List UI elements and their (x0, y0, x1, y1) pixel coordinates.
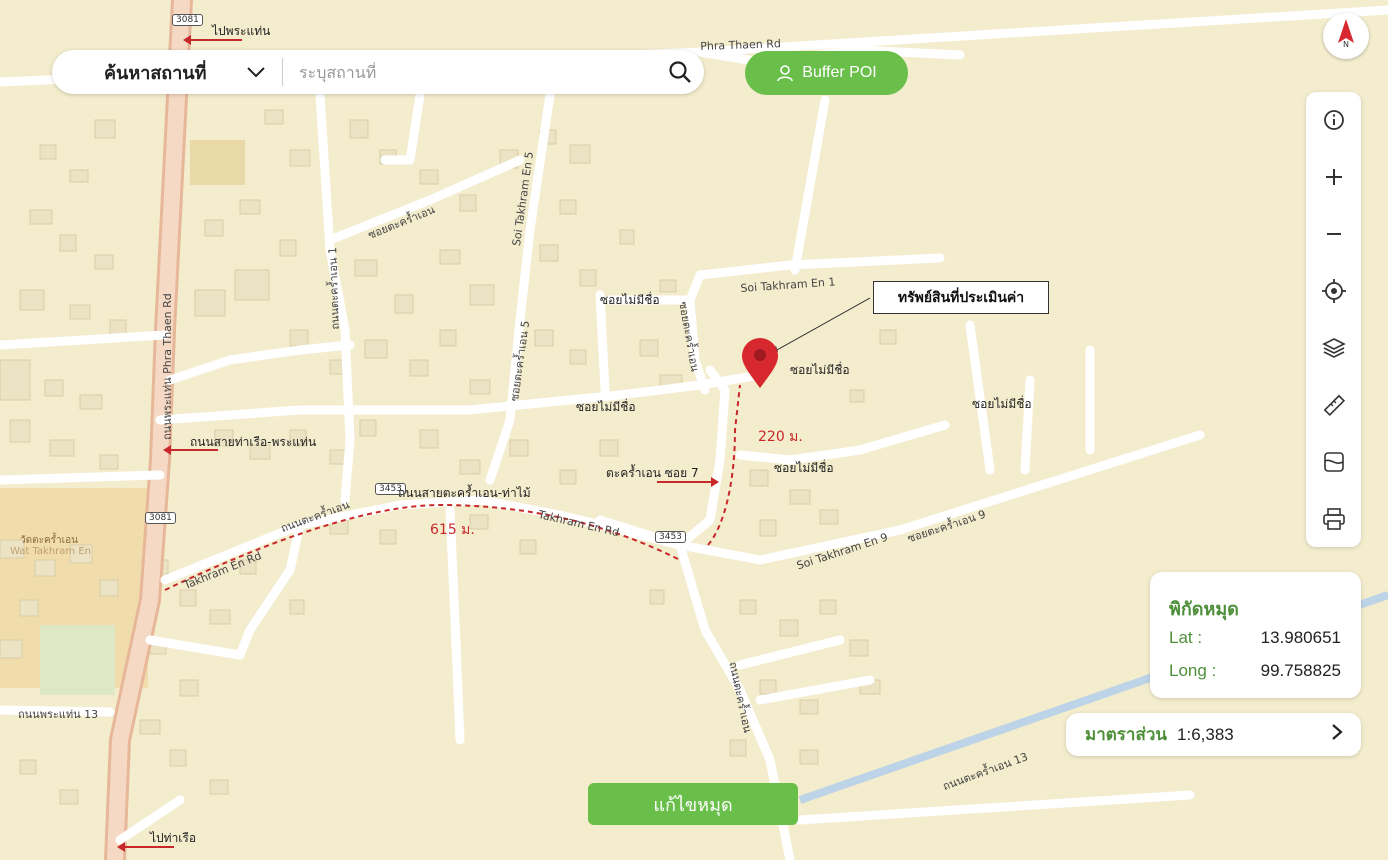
scale-label: มาตราส่วน (1085, 725, 1168, 744)
map-label-soi-no-name: ซอยไม่มีชื่อ (576, 400, 636, 414)
route-shield: 3081 (145, 512, 176, 524)
ruler-icon[interactable] (1306, 385, 1361, 425)
search-type-label: ค้นหาสถานที่ (104, 62, 207, 84)
search-input[interactable] (283, 61, 656, 83)
buffer-poi-label: Buffer POI (802, 64, 877, 81)
user-icon (777, 65, 794, 82)
map-export-icon[interactable] (1306, 442, 1361, 482)
map-label-soi-no-name: ซอยไม่มีชื่อ (600, 293, 660, 307)
street-label-takhram-en-1-th: ถนนตะคร้ำเอน 1 (326, 246, 342, 330)
print-icon[interactable] (1306, 499, 1361, 539)
chevron-down-icon (246, 62, 266, 83)
chevron-right-icon (1331, 723, 1343, 746)
compass-icon (1338, 19, 1354, 43)
locate-icon[interactable] (1306, 271, 1361, 311)
direction-arrow-icon (657, 477, 719, 487)
coordinates-title: พิกัดหมุด (1169, 599, 1239, 619)
route-shield: 3453 (655, 531, 686, 543)
street-label-phra-thaen: ถนนพระแท่น Phra Thaen Rd (161, 293, 174, 440)
map-label-soi-no-name: ซอยไม่มีชื่อ (774, 461, 834, 475)
long-label: Long : (1169, 661, 1217, 680)
route-shield: 3081 (172, 14, 203, 26)
compass-button[interactable]: N (1323, 13, 1369, 59)
zoom-out-icon[interactable] (1306, 214, 1361, 254)
long-value: 99.758825 (1260, 661, 1341, 680)
zoom-in-icon[interactable] (1306, 157, 1361, 197)
layers-icon[interactable] (1306, 328, 1361, 368)
property-annotation: ทรัพย์สินที่ประเมินค่า (873, 281, 1049, 314)
direction-arrow-icon (117, 842, 174, 852)
direction-arrow-icon (163, 445, 218, 455)
lat-value: 13.980651 (1260, 628, 1341, 647)
scale-panel[interactable]: มาตราส่วน 1:6,383 (1066, 713, 1361, 756)
search-type-dropdown[interactable]: ค้นหาสถานที่ (52, 58, 282, 87)
lat-label: Lat : (1169, 628, 1203, 647)
search-icon[interactable] (656, 60, 704, 84)
info-icon[interactable] (1306, 100, 1361, 140)
distance-label-soi: 220 ม. (758, 429, 803, 445)
map-label-road-takhram-en-tha-mai: ถนนสายตะคร้ำเอน-ท่าไม้ (398, 486, 531, 500)
search-bar: ค้นหาสถานที่ (52, 50, 704, 94)
scale-value: 1:6,383 (1177, 724, 1234, 744)
map-label-soi-no-name: ซอยไม่มีชื่อ (972, 397, 1032, 411)
buffer-poi-button[interactable]: Buffer POI (745, 51, 908, 95)
street-label-phra-thaen-13: ถนนพระแท่น 13 (18, 708, 99, 721)
map-label-temple-en: Wat Takhram En (10, 546, 92, 557)
compass-north-label: N (1343, 40, 1349, 49)
distance-label-main-road: 615 ม. (430, 522, 475, 538)
map-label-soi-no-name: ซอยไม่มีชื่อ (790, 363, 850, 377)
edit-pin-button[interactable]: แก้ไขหมุด (588, 783, 798, 825)
map-toolbar (1306, 92, 1361, 547)
coordinates-panel: พิกัดหมุด Lat : 13.980651 Long : 99.7588… (1150, 572, 1361, 698)
direction-arrow-icon (183, 35, 242, 45)
